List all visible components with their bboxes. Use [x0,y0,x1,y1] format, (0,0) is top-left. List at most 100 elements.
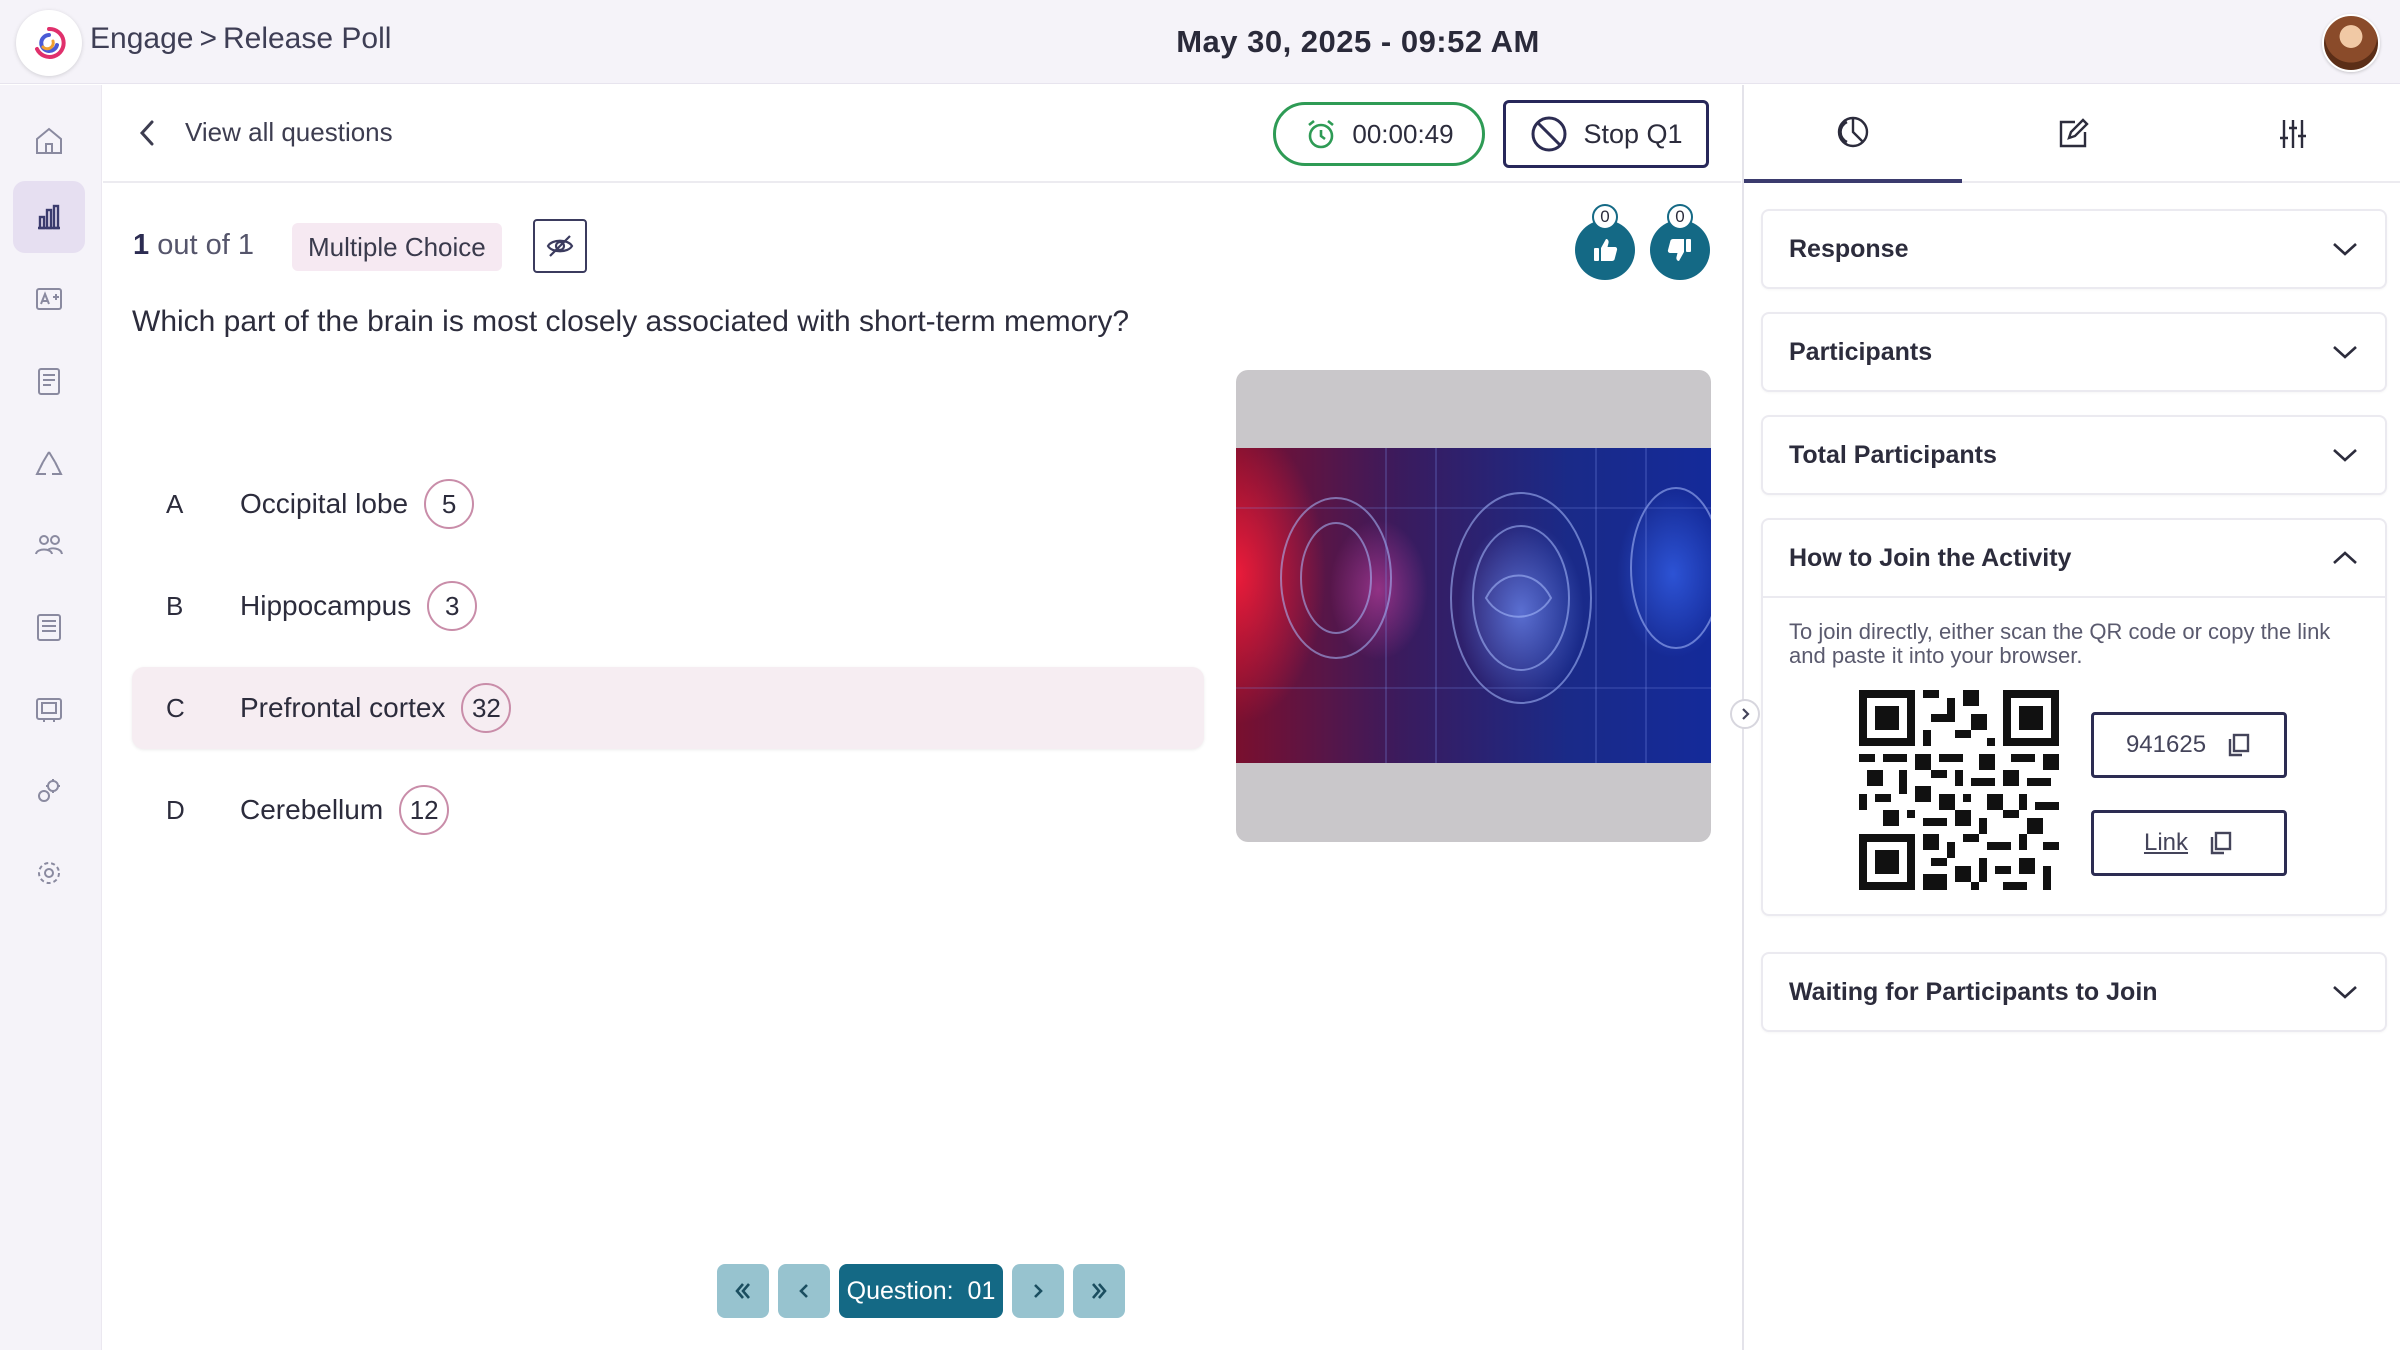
tab-settings[interactable] [2184,85,2400,183]
option-count: 3 [427,581,478,631]
join-link-copy-button[interactable]: Link [2091,810,2287,876]
how-to-join-section: How to Join the Activity To join directl… [1761,518,2387,916]
sidebar-item-settings[interactable] [13,837,85,909]
thumbs-down-icon [1667,239,1691,261]
sidebar-item-list[interactable] [13,591,85,663]
panel-tabs [1744,85,2400,183]
join-code-copy-button[interactable]: 941625 [2091,712,2287,778]
previous-question-button[interactable] [778,1264,830,1318]
tab-results[interactable] [1744,85,1962,183]
answer-option-c[interactable]: C Prefrontal cortex 32 [132,667,1204,749]
stop-question-button[interactable]: Stop Q1 [1503,100,1709,168]
sidebar-item-groups[interactable] [13,509,85,581]
chevron-left-icon [139,120,154,145]
response-title: Response [1789,234,1909,263]
eye-off-icon [546,235,574,257]
bar-chart-icon [38,204,60,230]
dislike-button[interactable]: 0 [1650,204,1710,280]
waiting-title: Waiting for Participants to Join [1789,977,2158,1006]
last-question-button[interactable] [1073,1264,1125,1318]
chevron-down-icon [2333,346,2357,359]
timer-value: 00:00:49 [1352,118,1454,149]
option-letter: A [166,488,184,519]
pager-value: 01 [967,1276,996,1305]
sidebar [0,85,102,1350]
thumbs-up-icon [1594,239,1618,261]
waiting-header[interactable]: Waiting for Participants to Join [1763,954,2385,1030]
like-button[interactable]: 0 [1575,204,1635,280]
chevron-up-icon [2333,551,2357,564]
tab-edit[interactable] [1964,85,2182,183]
response-section[interactable]: Response [1761,209,2387,289]
option-count: 5 [424,479,475,529]
total-participants-section[interactable]: Total Participants [1761,415,2387,495]
how-to-join-header[interactable]: How to Join the Activity [1763,520,2385,596]
chevron-down-icon [2333,243,2357,256]
chevron-down-icon [2333,449,2357,462]
copy-icon [2228,733,2250,757]
how-to-join-body: To join directly, either scan the QR cod… [1763,596,2385,914]
option-label: Cerebellum [240,794,384,825]
sliders-icon [2280,120,2306,148]
sidebar-item-grades[interactable] [13,263,85,335]
option-label: Hippocampus [240,590,412,621]
option-label: Occipital lobe [240,488,409,519]
participants-section[interactable]: Participants [1761,312,2387,392]
user-avatar[interactable] [2322,14,2380,72]
sidebar-item-home[interactable] [13,105,85,177]
question-index: 1 [133,229,150,261]
like-count: 0 [1592,204,1618,230]
sidebar-item-polls[interactable] [13,181,85,253]
option-letter: B [166,590,184,621]
sidebar-item-reports[interactable] [13,345,85,417]
chevron-left-icon [799,1284,808,1298]
total-participants-header[interactable]: Total Participants [1763,417,2385,493]
right-panel: Response Participants Total Participants… [1730,85,2400,1350]
top-bar: Engage > Release Poll May 30, 2025 - 09:… [0,0,2400,84]
sidebar-item-recycle[interactable] [13,427,85,499]
main-content: View all questions 00:00:49 Stop Q1 1 ou… [103,85,1741,1350]
current-question-indicator[interactable]: Question: 01 [839,1264,1003,1318]
pager-label: Question: [846,1276,954,1305]
edit-icon [2059,118,2089,148]
list-icon [37,614,61,641]
view-all-questions-link[interactable]: View all questions [137,117,393,148]
brain-scan-image [1236,448,1711,763]
pie-chart-icon [1837,116,1869,148]
integrations-icon [38,779,60,802]
answer-option-d[interactable]: D Cerebellum 12 [132,769,1204,851]
join-instructions: To join directly, either scan the QR cod… [1789,619,2331,668]
participants-header[interactable]: Participants [1763,314,2385,390]
how-to-join-title: How to Join the Activity [1789,543,2072,572]
report-icon [38,368,60,395]
answer-option-a[interactable]: A Occipital lobe 5 [132,463,1204,545]
timer-button[interactable]: 00:00:49 [1273,102,1485,166]
collapse-panel-button[interactable] [1730,699,1760,729]
chevron-right-icon [1034,1284,1043,1298]
double-chevron-right-icon [1092,1283,1107,1299]
waiting-section[interactable]: Waiting for Participants to Join [1761,952,2387,1032]
answer-option-b[interactable]: B Hippocampus 3 [132,565,1204,647]
first-question-button[interactable] [717,1264,769,1318]
chevron-right-icon [1742,708,1750,720]
stop-label: Stop Q1 [1583,118,1683,149]
settings-icon [38,862,60,884]
qr-code-icon [1859,690,2059,890]
hide-results-button[interactable] [533,219,587,273]
copy-icon [2210,831,2232,855]
group-icon [35,535,63,555]
response-header[interactable]: Response [1763,211,2385,287]
alarm-clock-icon [1308,119,1335,149]
home-icon [36,127,62,154]
join-code: 941625 [2125,731,2207,758]
next-question-button[interactable] [1012,1264,1064,1318]
option-letter: D [166,794,185,825]
grade-icon [36,288,62,310]
back-label: View all questions [185,117,393,147]
double-chevron-left-icon [735,1283,750,1299]
sidebar-item-integrations[interactable] [13,755,85,827]
sidebar-item-gallery[interactable] [13,673,85,745]
participants-title: Participants [1789,337,1933,366]
question-type-badge: Multiple Choice [292,223,502,271]
option-count: 32 [461,683,512,733]
